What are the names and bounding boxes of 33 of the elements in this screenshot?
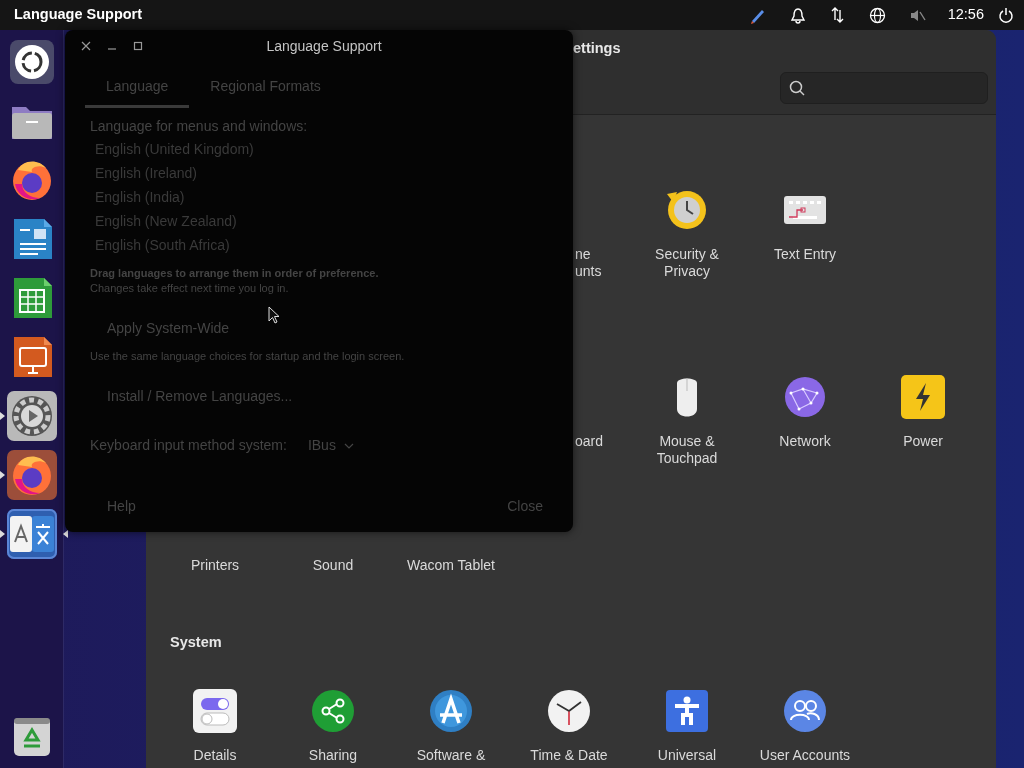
search-icon (789, 80, 805, 96)
settings-item-label[interactable]: Mouse & Touchpad (656, 433, 718, 467)
settings-item-label[interactable]: Wacom Tablet (407, 557, 495, 574)
window-title: ettings (573, 40, 621, 56)
settings-item-label[interactable]: User Accounts (759, 746, 851, 764)
app-title: Language Support (14, 5, 143, 25)
settings-item-label[interactable]: Sound (312, 557, 354, 574)
settings-item-label[interactable]: Printers (190, 557, 240, 574)
settings-item-label[interactable]: Network (779, 433, 831, 450)
field-label: Language for menus and windows: (90, 117, 309, 136)
lightning-icon[interactable] (899, 373, 947, 421)
settings-item-label[interactable]: Software & (416, 746, 486, 764)
clock[interactable]: 12:56 (947, 4, 984, 26)
focus-indicator-icon (62, 530, 68, 538)
globe-icon[interactable] (869, 6, 887, 24)
toggles-icon[interactable] (191, 686, 239, 735)
window-title: Language Support (266, 38, 382, 54)
settings-item-label[interactable]: Power (903, 433, 943, 450)
ubuntu-logo-icon (7, 38, 56, 86)
notification-icon[interactable] (789, 6, 806, 24)
settings-item-label[interactable]: Text Entry (773, 246, 837, 263)
chevron-icon (343, 442, 354, 449)
settings-item-label[interactable]: Details (193, 746, 237, 764)
field-label: Keyboard input method system: (90, 436, 287, 455)
section-heading: System (170, 633, 223, 652)
power-icon[interactable] (998, 7, 1014, 23)
hint-text: Drag languages to arrange them in order of preference. (90, 266, 380, 281)
settings-item-label[interactable]: Universal (657, 746, 717, 764)
settings-item-label[interactable]: Sharing (308, 746, 358, 764)
settings-item-label[interactable]: Time & Date (530, 746, 608, 764)
search-field[interactable] (780, 72, 988, 104)
settings-item-label[interactable]: Security & Privacy (655, 246, 719, 280)
mouse-pointer-icon (268, 306, 280, 324)
